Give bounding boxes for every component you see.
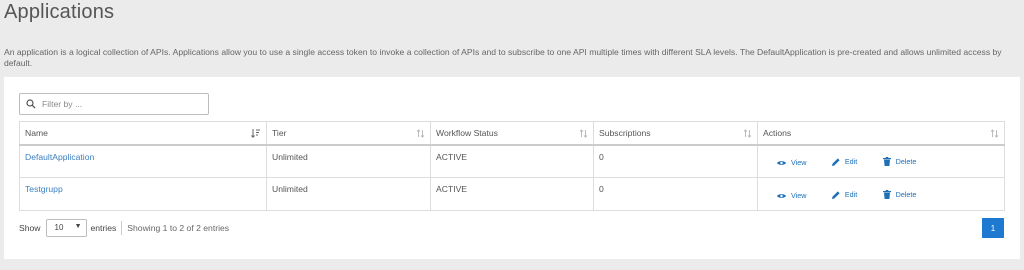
table-row: DefaultApplication Unlimited ACTIVE 0 Vi…	[19, 144, 1005, 178]
column-subscriptions-label: Subscriptions	[599, 127, 651, 138]
application-link[interactable]: DefaultApplication	[25, 152, 94, 162]
trash-icon	[882, 189, 891, 199]
edit-button[interactable]: Edit	[831, 157, 858, 167]
cell-actions: View Edit Delete	[757, 144, 1005, 178]
column-tier-label: Tier	[272, 127, 287, 138]
column-header-subscriptions[interactable]: Subscriptions	[593, 121, 758, 146]
delete-label: Delete	[895, 189, 917, 199]
cell-name: Testgrupp	[19, 177, 267, 211]
page-button-1[interactable]: 1	[982, 218, 1004, 238]
pencil-icon	[831, 158, 840, 166]
applications-table: Name Tier Workflow Status Subscriptions …	[19, 121, 1005, 211]
page-title: Applications	[4, 1, 115, 23]
view-button[interactable]: View	[777, 191, 806, 200]
edit-button[interactable]: Edit	[831, 190, 858, 199]
entries-label: entries	[90, 223, 117, 233]
page-size-value: 10	[54, 223, 64, 232]
cell-actions: View Edit Delete	[757, 177, 1005, 211]
pencil-icon	[831, 190, 840, 199]
column-header-tier[interactable]: Tier	[266, 121, 431, 146]
delete-button[interactable]: Delete	[882, 156, 917, 166]
cell-workflow-status: ACTIVE	[430, 144, 594, 178]
table-footer: Show 10 ▼ entries Showing 1 to 2 of 2 en…	[19, 218, 229, 238]
trash-icon	[882, 156, 891, 166]
page-size-select[interactable]: 10 ▼	[45, 219, 87, 237]
view-label: View	[791, 158, 807, 168]
view-label: View	[791, 191, 807, 200]
eye-icon	[777, 160, 786, 165]
applications-panel: Name Tier Workflow Status	[4, 77, 1020, 259]
eye-icon	[777, 193, 786, 198]
view-button[interactable]: View	[777, 158, 806, 167]
application-link[interactable]: Testgrupp	[25, 184, 63, 194]
table-header-row: Name Tier Workflow Status Subscriptions …	[19, 121, 1005, 146]
sort-icon[interactable]	[416, 129, 425, 140]
column-header-name[interactable]: Name	[19, 121, 267, 146]
cell-subscriptions: 0	[593, 177, 758, 211]
edit-label: Edit	[844, 190, 858, 199]
delete-label: Delete	[895, 156, 917, 166]
sort-ascending-icon[interactable]	[251, 129, 261, 140]
show-label: Show	[19, 223, 41, 233]
sort-icon[interactable]	[743, 129, 752, 140]
filter-box[interactable]	[19, 93, 209, 115]
table-row: Testgrupp Unlimited ACTIVE 0 View Edit D…	[19, 177, 1005, 211]
cell-tier: Unlimited	[266, 177, 431, 211]
delete-button[interactable]: Delete	[882, 189, 917, 199]
edit-label: Edit	[844, 157, 858, 167]
search-icon	[20, 94, 42, 114]
page-description: An application is a logical collection o…	[4, 47, 1002, 68]
column-header-actions[interactable]: Actions	[757, 121, 1005, 146]
sort-icon[interactable]	[579, 129, 588, 140]
cell-tier: Unlimited	[266, 144, 431, 178]
sort-icon[interactable]	[990, 129, 999, 140]
cell-subscriptions: 0	[593, 144, 758, 178]
column-workflow-status-label: Workflow Status	[436, 127, 498, 138]
column-actions-label: Actions	[763, 127, 792, 138]
cell-name: DefaultApplication	[19, 144, 267, 178]
filter-input[interactable]	[42, 99, 202, 109]
pagination-info: Showing 1 to 2 of 2 entries	[127, 223, 230, 233]
column-name-label: Name	[25, 127, 48, 138]
cell-workflow-status: ACTIVE	[430, 177, 594, 211]
divider	[121, 221, 123, 235]
column-header-workflow-status[interactable]: Workflow Status	[430, 121, 594, 146]
chevron-down-icon: ▼	[74, 223, 82, 230]
